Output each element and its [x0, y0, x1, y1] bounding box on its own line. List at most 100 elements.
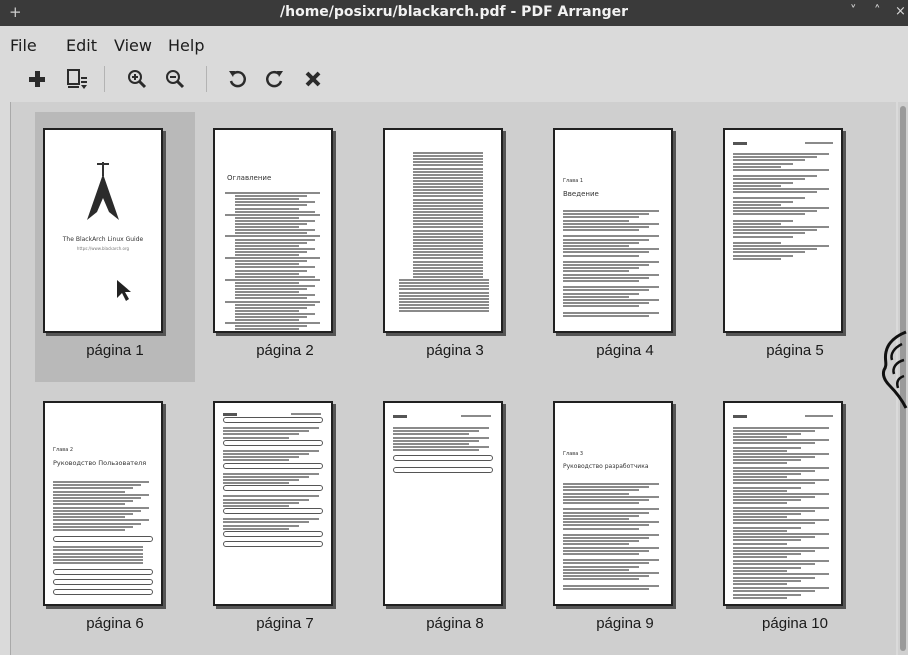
menu-view[interactable]: View — [114, 36, 152, 55]
page-thumbnail-9[interactable]: Глава 3 Руководство разработчика página … — [545, 385, 705, 655]
thumbnail-text-line — [235, 250, 307, 253]
thumbnail-text-line — [223, 436, 289, 439]
thumbnail-text-line — [53, 493, 149, 496]
page-thumbnail-5[interactable]: página 5 — [715, 112, 875, 382]
add-button[interactable] — [22, 64, 52, 94]
insert-page-button[interactable] — [62, 64, 92, 94]
thumbnail-text-line — [563, 235, 659, 238]
page-thumbnail-8[interactable]: página 8 — [375, 385, 535, 655]
thumbnail-text-line — [413, 229, 483, 232]
thumbnail-text-line — [223, 459, 289, 462]
thumbnail-text-line — [235, 312, 315, 315]
thumbnail-text-line — [733, 547, 829, 550]
thumbnail-text-line — [733, 459, 801, 461]
toolbar-separator — [104, 66, 105, 92]
thumbnail-text-line — [235, 285, 315, 287]
thumbnail-text-line — [563, 553, 639, 555]
thumbnail-text-line — [733, 519, 829, 522]
maximize-button[interactable]: ˄ — [874, 4, 881, 19]
thumbnail-text-line — [53, 546, 143, 549]
thumbnail-text-line — [413, 272, 483, 275]
thumbnail-text-line — [413, 201, 483, 204]
thumbnail-text-line — [235, 216, 299, 219]
thumbnail-text-line — [733, 479, 829, 482]
thumbnail-text-line — [733, 596, 787, 599]
rotate-left-button[interactable] — [222, 64, 252, 94]
thumbnail-text-line — [235, 288, 307, 291]
thumbnail-text-line — [733, 573, 829, 576]
rotate-left-icon — [229, 70, 246, 88]
thumbnail-text-line — [413, 204, 483, 207]
zoom-out-button[interactable] — [160, 64, 190, 94]
menu-help[interactable]: Help — [168, 36, 204, 55]
page-thumbnail-1[interactable]: The BlackArch Linux Guide https://www.bl… — [35, 112, 195, 382]
thumbnail-text-line — [413, 198, 483, 201]
thumbnail-text-line — [563, 241, 639, 244]
thumbnail-text-line — [733, 539, 801, 542]
thumbnail-text-line — [413, 235, 483, 238]
thumbnail-text-line — [223, 482, 289, 485]
page-thumbnail-6[interactable]: Глава 2 Руководство Пользователя página … — [35, 385, 195, 655]
minimize-button[interactable]: ˅ — [850, 4, 857, 19]
thumbnail-text-line — [563, 254, 639, 257]
thumbnail-text-line — [563, 584, 659, 587]
thumbnail-text-line — [563, 537, 649, 539]
page-label: página 4 — [596, 342, 654, 359]
thumbnail-text-line — [733, 156, 817, 159]
thumbnail-text-line — [733, 462, 787, 465]
menu-file[interactable]: File — [10, 36, 37, 55]
thumbnail-text-line — [563, 299, 659, 301]
thumbnail-text-line — [733, 165, 781, 168]
menu-edit[interactable]: Edit — [66, 36, 97, 55]
thumbnail-text-line — [563, 251, 649, 254]
chapter-heading: Руководство разработчика — [563, 463, 649, 470]
thumbnail-text-line — [563, 562, 649, 565]
thumbnail-text-line — [53, 555, 143, 558]
thumbnail-text-line — [413, 158, 483, 161]
thumbnail-text-line — [399, 279, 489, 282]
thumbnail-text-line — [413, 173, 483, 176]
thumbnail-text-line — [225, 300, 320, 303]
thumbnail-text-line — [393, 443, 469, 445]
thumbnail-text-line — [235, 263, 299, 266]
thumbnail-text-line — [733, 476, 787, 478]
thumbnail-text-line — [53, 519, 149, 522]
thumbnail-text-line — [399, 310, 489, 313]
thumbnail-text-line — [393, 430, 479, 433]
thumbnail-text-line — [563, 486, 649, 489]
thumbnail-text-line — [733, 506, 829, 509]
page-grid[interactable]: The BlackArch Linux Guide https://www.bl… — [10, 102, 896, 655]
thumbnail-text-line — [413, 186, 483, 189]
thumbnail-text-line — [733, 254, 793, 257]
thumbnail-text-line — [223, 453, 309, 455]
page-thumbnail-4[interactable]: Глава 1 Введение página 4 — [545, 112, 705, 382]
page-thumbnail-10[interactable]: página 10 — [715, 385, 875, 655]
thumbnail-text-line — [393, 436, 489, 439]
thumbnail-text-line — [223, 479, 299, 481]
thumbnail-text-line — [563, 559, 659, 562]
close-button[interactable]: × — [895, 4, 906, 19]
thumbnail-text-line — [223, 501, 299, 504]
thumbnail-text-line — [235, 291, 299, 294]
page-thumbnail-2[interactable]: Оглавление página 2 — [205, 112, 365, 382]
page-thumbnail-3[interactable]: página 3 — [375, 112, 535, 382]
thumbnail-text-line — [413, 170, 483, 173]
delete-button[interactable] — [298, 64, 328, 94]
page-label: página 10 — [762, 615, 828, 632]
rotate-right-button[interactable] — [260, 64, 290, 94]
page-label: página 6 — [86, 615, 144, 632]
thumbnail-text-line — [235, 223, 307, 225]
thumbnail-text-line — [805, 415, 833, 417]
thumbnail-text-line — [399, 282, 489, 285]
zoom-in-button[interactable] — [122, 64, 152, 94]
page-thumbnail-7[interactable]: página 7 — [205, 385, 365, 655]
thumbnail-text-line — [563, 314, 649, 317]
thumbnail-text-line — [461, 415, 491, 417]
thumbnail-text-line — [733, 188, 829, 190]
blackarch-logo-icon — [87, 162, 119, 220]
thumbnail-text-line — [413, 179, 483, 182]
thumbnail-text-line — [223, 413, 237, 416]
delete-icon — [305, 71, 321, 87]
thumbnail-text-line — [563, 286, 659, 289]
thumbnail-text-line — [733, 245, 829, 247]
